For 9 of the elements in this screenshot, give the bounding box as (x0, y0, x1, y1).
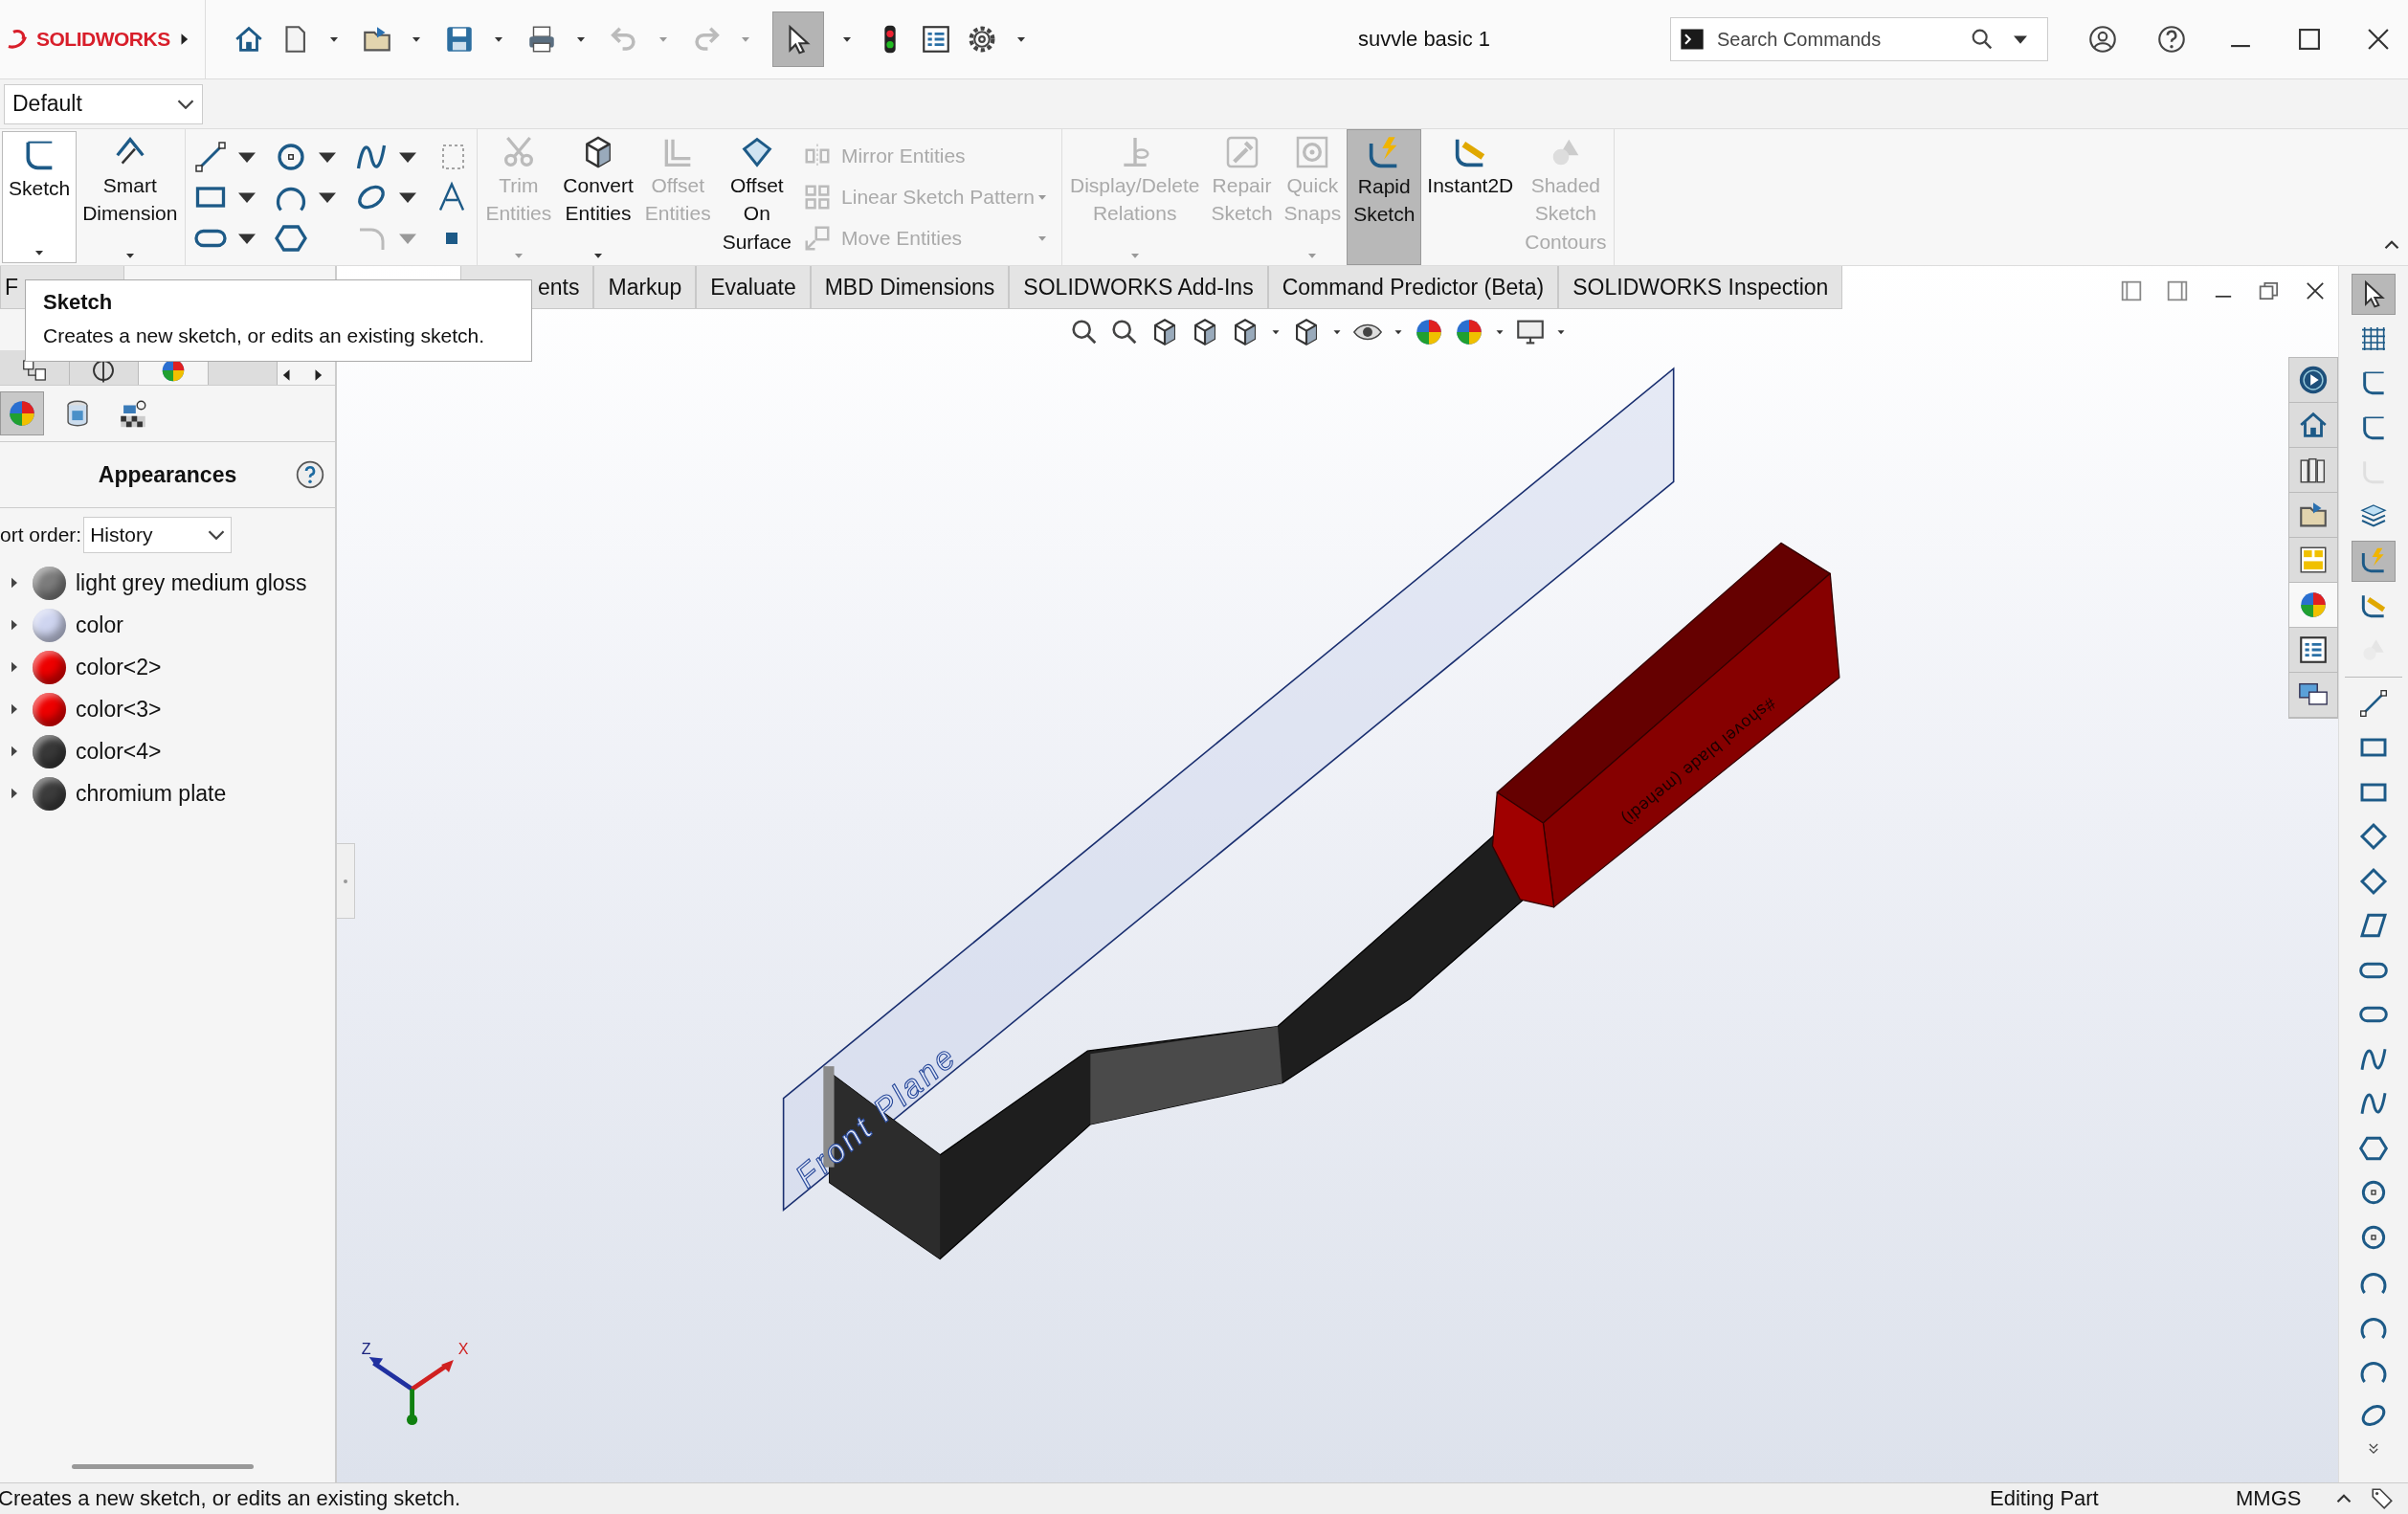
axis-label: X (457, 1340, 469, 1357)
sort-label: ort order: (0, 523, 82, 546)
status-mode: Editing Part (1990, 1486, 2100, 1511)
panel-title: Appearances (98, 461, 237, 488)
tooltip-title: Sketch (43, 290, 114, 315)
app-logo: SOLIDWORKS (36, 28, 170, 51)
document-title: suvvle basic 1 (1356, 27, 1491, 52)
tooltip-text: Creates a new sketch, or edits an existing sketch. (43, 324, 486, 347)
axis-label: Z (361, 1340, 371, 1357)
